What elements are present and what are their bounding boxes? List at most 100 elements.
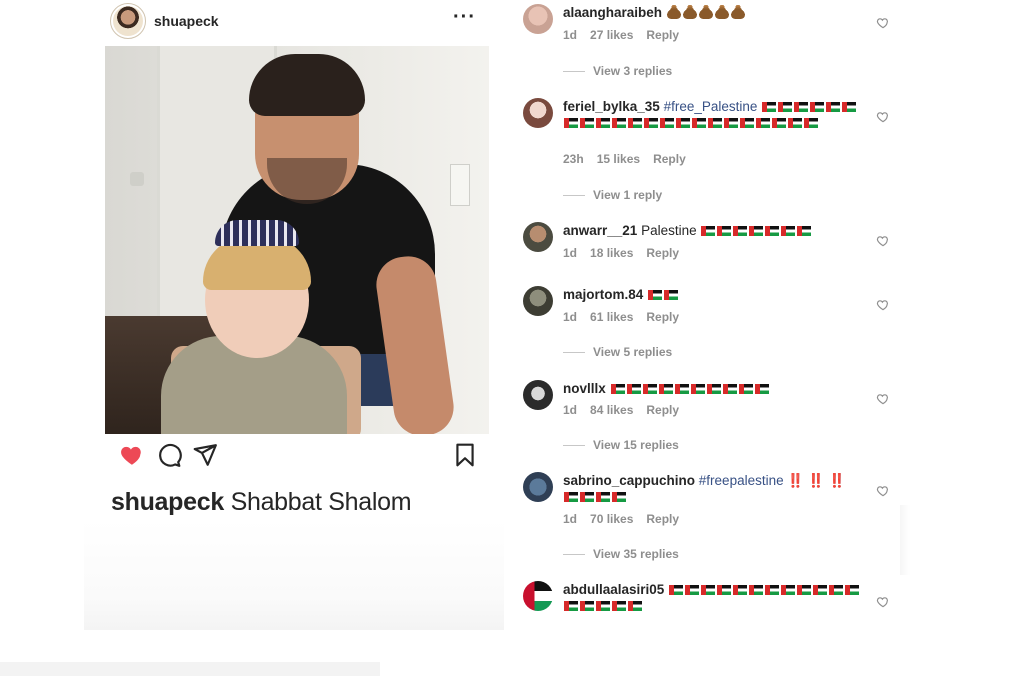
- palestine-flag-icon: [781, 585, 796, 595]
- comment-username[interactable]: abdullaalasiri05: [563, 582, 664, 597]
- view-replies-button[interactable]: View 35 replies: [563, 547, 679, 561]
- palestine-flag-icon: [733, 226, 748, 236]
- comment-avatar[interactable]: [523, 380, 553, 410]
- palestine-flag-icon: [701, 226, 716, 236]
- palestine-flag-icon: [794, 102, 809, 112]
- comment-body: abdullaalasiri05: [563, 582, 863, 614]
- palestine-flag-icon: [733, 585, 748, 595]
- post-photo[interactable]: [105, 46, 489, 434]
- view-replies-button[interactable]: View 3 replies: [563, 64, 672, 78]
- palestine-flag-icon: [701, 585, 716, 595]
- comment-hashtag[interactable]: #freepalestine: [699, 473, 784, 488]
- post-avatar[interactable]: [110, 3, 146, 39]
- poo-emoji-icon: [730, 5, 745, 19]
- palestine-flag-icon: [580, 601, 594, 611]
- view-replies-button[interactable]: View 5 replies: [563, 345, 672, 359]
- reply-button[interactable]: Reply: [646, 512, 679, 526]
- comment-like-heart-icon[interactable]: [876, 16, 890, 30]
- post-actions: [104, 440, 490, 470]
- comment-avatar[interactable]: [523, 222, 553, 252]
- comment-likes[interactable]: 15 likes: [597, 152, 640, 166]
- palestine-flag-icon: [669, 585, 684, 595]
- comment-meta: 1d 27 likes Reply: [563, 28, 692, 42]
- palestine-flag-icon: [612, 492, 626, 502]
- comment-hashtag[interactable]: #free_Palestine: [664, 99, 758, 114]
- reply-button[interactable]: Reply: [646, 28, 679, 42]
- palestine-flag-icon: [740, 118, 754, 128]
- palestine-flag-icon: [788, 118, 802, 128]
- photo-kippah: [215, 220, 299, 246]
- post-username[interactable]: shuapeck: [154, 13, 219, 29]
- comment-like-heart-icon[interactable]: [876, 234, 890, 248]
- palestine-flag-icon: [724, 118, 738, 128]
- comment-likes[interactable]: 70 likes: [590, 512, 633, 526]
- view-replies-label: View 35 replies: [593, 547, 679, 561]
- comment-avatar[interactable]: [523, 472, 553, 502]
- comment-avatar[interactable]: [523, 286, 553, 316]
- reply-button[interactable]: Reply: [646, 403, 679, 417]
- poo-emoji-icon: [682, 5, 697, 19]
- palestine-flag-icon: [580, 492, 594, 502]
- comment-username[interactable]: novlllx: [563, 381, 606, 396]
- instagram-screenshot: shuapeck ··· shuapeck Shabbat Shalom ala…: [0, 0, 1024, 682]
- palestine-flag-icon: [648, 290, 663, 300]
- comment-time: 1d: [563, 310, 578, 324]
- comment-username[interactable]: sabrino_cappuchino: [563, 473, 695, 488]
- post-card: shuapeck ··· shuapeck Shabbat Shalom: [84, 0, 504, 630]
- comment-like-heart-icon[interactable]: [876, 110, 890, 124]
- share-send-icon[interactable]: [192, 442, 218, 468]
- comment-avatar[interactable]: [523, 4, 553, 34]
- palestine-flag-icon: [826, 102, 841, 112]
- side-fade: [900, 505, 910, 575]
- more-dots-icon[interactable]: ···: [453, 7, 476, 27]
- palestine-flag-icon: [610, 384, 625, 394]
- palestine-flag-icon: [674, 384, 689, 394]
- comment-likes[interactable]: 18 likes: [590, 246, 633, 260]
- post-caption: shuapeck Shabbat Shalom: [111, 488, 491, 517]
- post-header: shuapeck ···: [104, 2, 490, 40]
- bookmark-icon[interactable]: [452, 442, 478, 468]
- caption-username[interactable]: shuapeck: [111, 488, 224, 516]
- reply-button[interactable]: Reply: [653, 152, 686, 166]
- comment-bubble-icon[interactable]: [156, 442, 182, 468]
- view-replies-button[interactable]: View 15 replies: [563, 438, 679, 452]
- comment-time: 1d: [563, 403, 578, 417]
- palestine-flag-icon: [756, 118, 770, 128]
- comment-like-heart-icon[interactable]: [876, 392, 890, 406]
- view-replies-label: View 5 replies: [593, 345, 673, 359]
- comment-username[interactable]: anwarr__21: [563, 223, 637, 238]
- palestine-flag-icon: [628, 118, 642, 128]
- palestine-flag-icon: [706, 384, 721, 394]
- palestine-flag-icon: [644, 118, 658, 128]
- palestine-flag-icon: [797, 585, 812, 595]
- replies-divider-line: [563, 70, 585, 72]
- palestine-flag-icon: [626, 384, 641, 394]
- comment-likes[interactable]: 61 likes: [590, 310, 633, 324]
- palestine-flag-icon: [564, 492, 578, 502]
- reply-button[interactable]: Reply: [646, 246, 679, 260]
- bottom-strip: [0, 662, 380, 676]
- palestine-flag-icon: [658, 384, 673, 394]
- comment-like-heart-icon[interactable]: [876, 484, 890, 498]
- comment-time: 1d: [563, 28, 578, 42]
- comment-like-heart-icon[interactable]: [876, 298, 890, 312]
- palestine-flag-icon: [765, 585, 780, 595]
- palestine-flag-icon: [642, 384, 657, 394]
- palestine-flag-icon: [660, 118, 674, 128]
- comment-avatar[interactable]: [523, 581, 553, 611]
- comment-username[interactable]: feriel_bylka_35: [563, 99, 660, 114]
- palestine-flag-icon: [781, 226, 796, 236]
- comment-meta: 1d 18 likes Reply: [563, 246, 692, 260]
- comment-likes[interactable]: 27 likes: [590, 28, 633, 42]
- comment-username[interactable]: majortom.84: [563, 287, 643, 302]
- palestine-flag-icon: [676, 118, 690, 128]
- comment-likes[interactable]: 84 likes: [590, 403, 633, 417]
- palestine-flag-icon: [749, 226, 764, 236]
- reply-button[interactable]: Reply: [646, 310, 679, 324]
- comment-username[interactable]: alaangharaibeh: [563, 5, 662, 20]
- view-replies-button[interactable]: View 1 reply: [563, 188, 662, 202]
- photo-thermostat: [130, 172, 144, 186]
- comment-avatar[interactable]: [523, 98, 553, 128]
- like-heart-icon[interactable]: [119, 442, 145, 468]
- comment-like-heart-icon[interactable]: [876, 595, 890, 609]
